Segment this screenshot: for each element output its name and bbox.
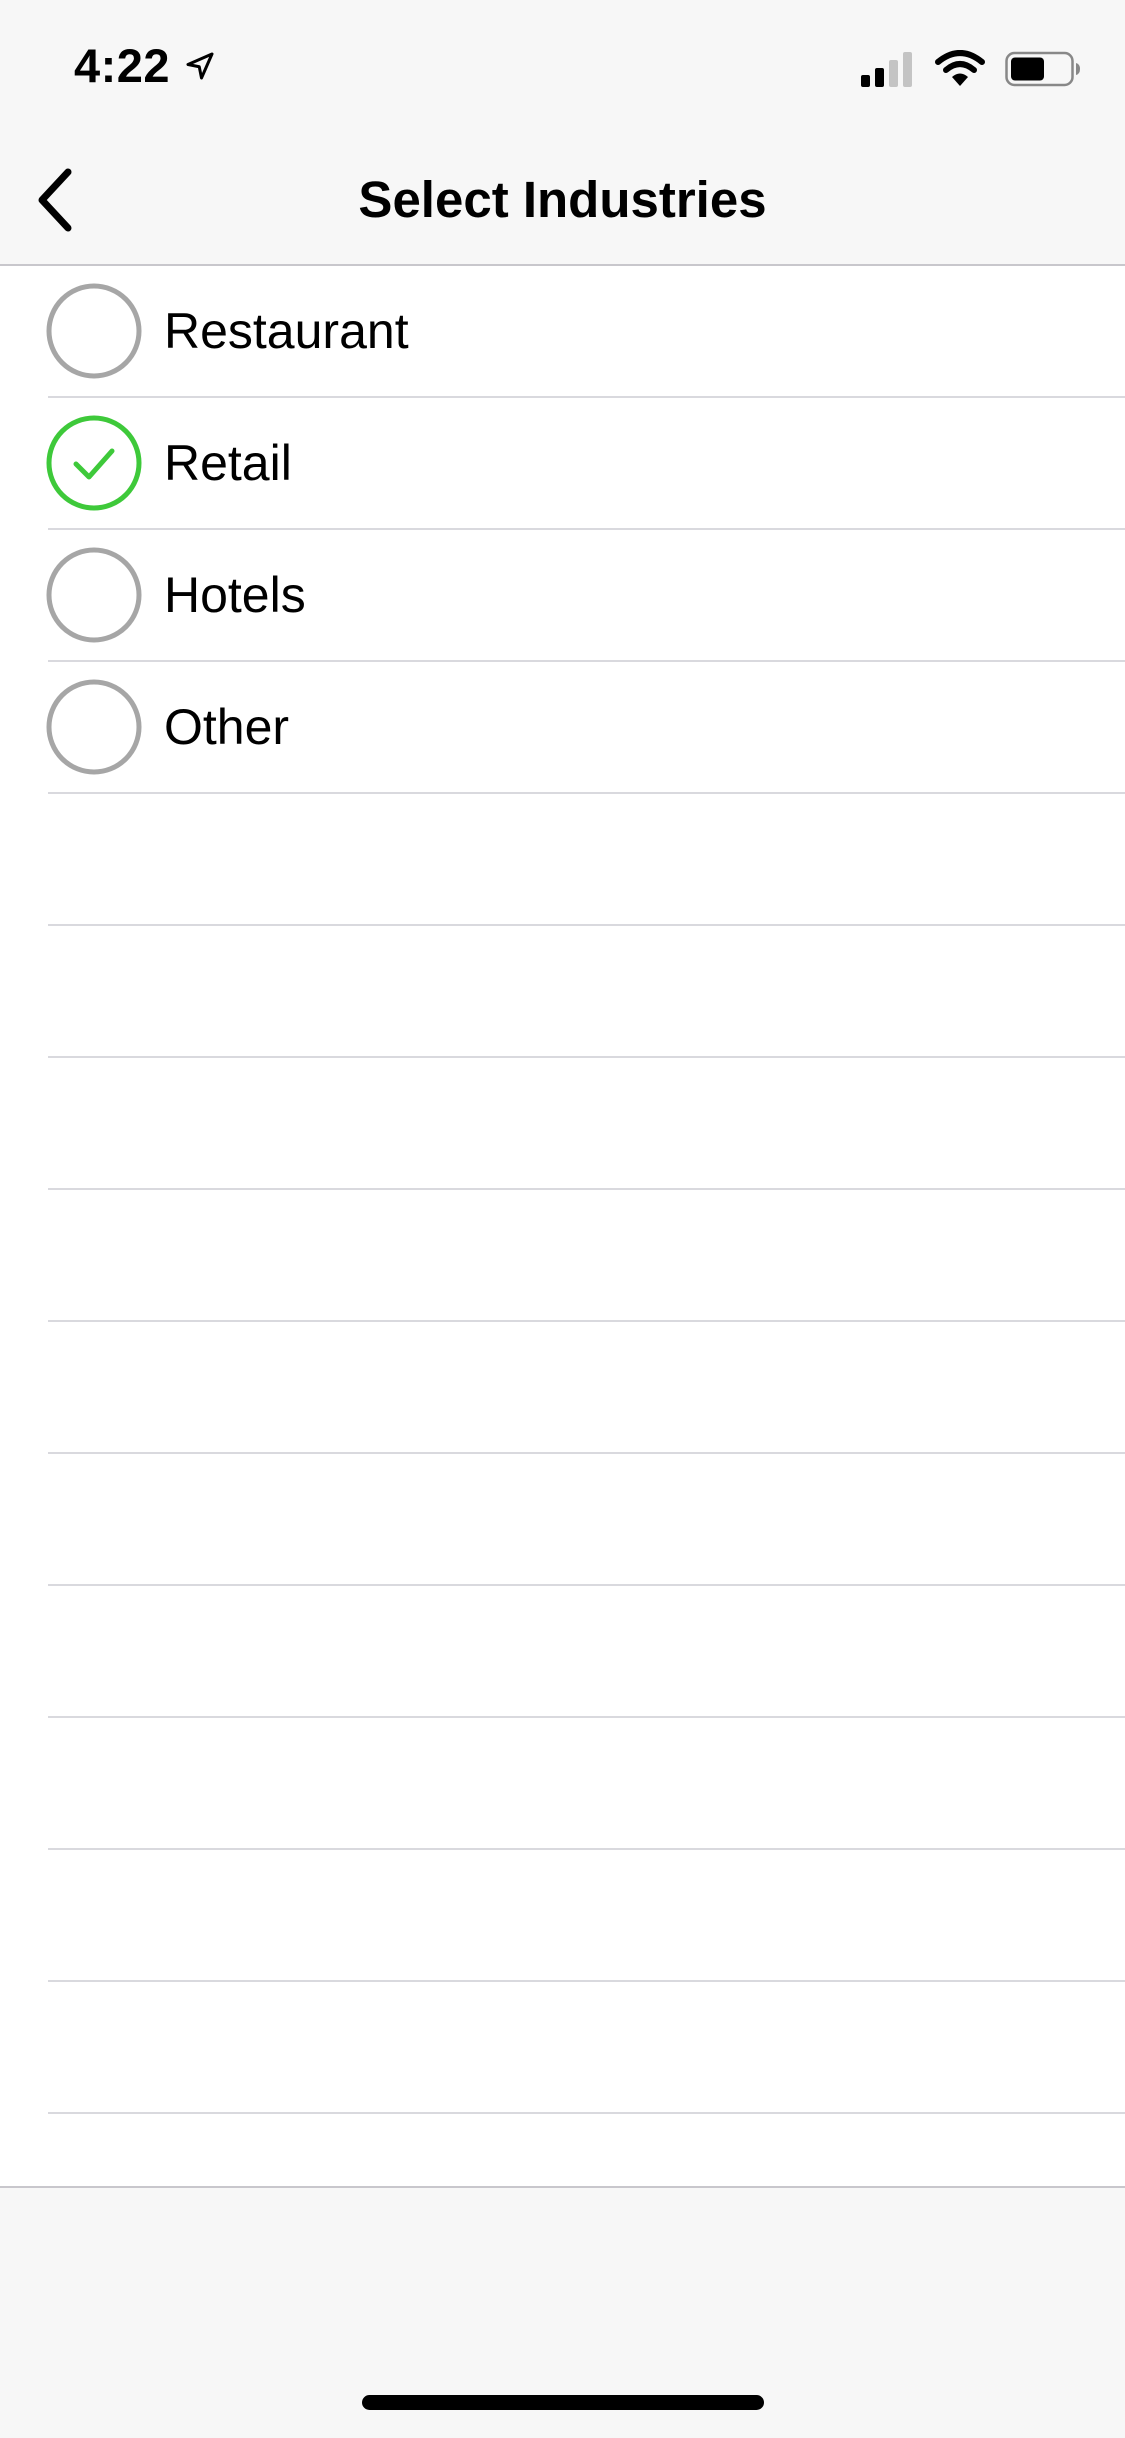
empty-row: [48, 926, 1125, 1058]
empty-row: [48, 794, 1125, 926]
industry-option-other[interactable]: Other: [46, 662, 1125, 794]
industry-option-hotels[interactable]: Hotels: [46, 530, 1125, 662]
battery-icon: [1005, 51, 1080, 87]
home-indicator[interactable]: [362, 2395, 764, 2410]
status-indicators: [861, 50, 1081, 88]
status-bar: 4:22: [0, 0, 1125, 132]
industry-option-restaurant[interactable]: Restaurant: [46, 266, 1125, 398]
status-time-text: 4:22: [74, 39, 171, 92]
navigation-bar: Select Industries: [0, 132, 1125, 266]
location-arrow-icon: [186, 52, 214, 79]
page-title: Select Industries: [358, 171, 767, 228]
empty-row: [48, 1322, 1125, 1454]
industry-label: Retail: [164, 435, 292, 491]
industry-option-retail[interactable]: Retail: [46, 398, 1125, 530]
wifi-icon: [935, 50, 985, 86]
empty-row: [48, 1058, 1125, 1190]
status-time: 4:22: [74, 38, 218, 93]
radio-unchecked-icon: [46, 679, 142, 775]
industry-label: Restaurant: [164, 303, 409, 359]
empty-row: [48, 1586, 1125, 1718]
radio-unchecked-icon: [46, 283, 142, 379]
empty-row: [48, 1190, 1125, 1322]
radio-unchecked-icon: [46, 547, 142, 643]
industry-list: Restaurant Retail Hotels Other: [0, 266, 1125, 2186]
empty-row: [48, 1982, 1125, 2114]
industry-label: Hotels: [164, 567, 306, 623]
empty-row: [48, 2114, 1125, 2186]
industry-label: Other: [164, 699, 290, 755]
empty-row: [48, 1718, 1125, 1850]
cellular-signal-icon: [861, 52, 912, 87]
checkmark-circle-icon: [46, 415, 142, 511]
empty-row: [48, 1454, 1125, 1586]
empty-row: [48, 1850, 1125, 1982]
